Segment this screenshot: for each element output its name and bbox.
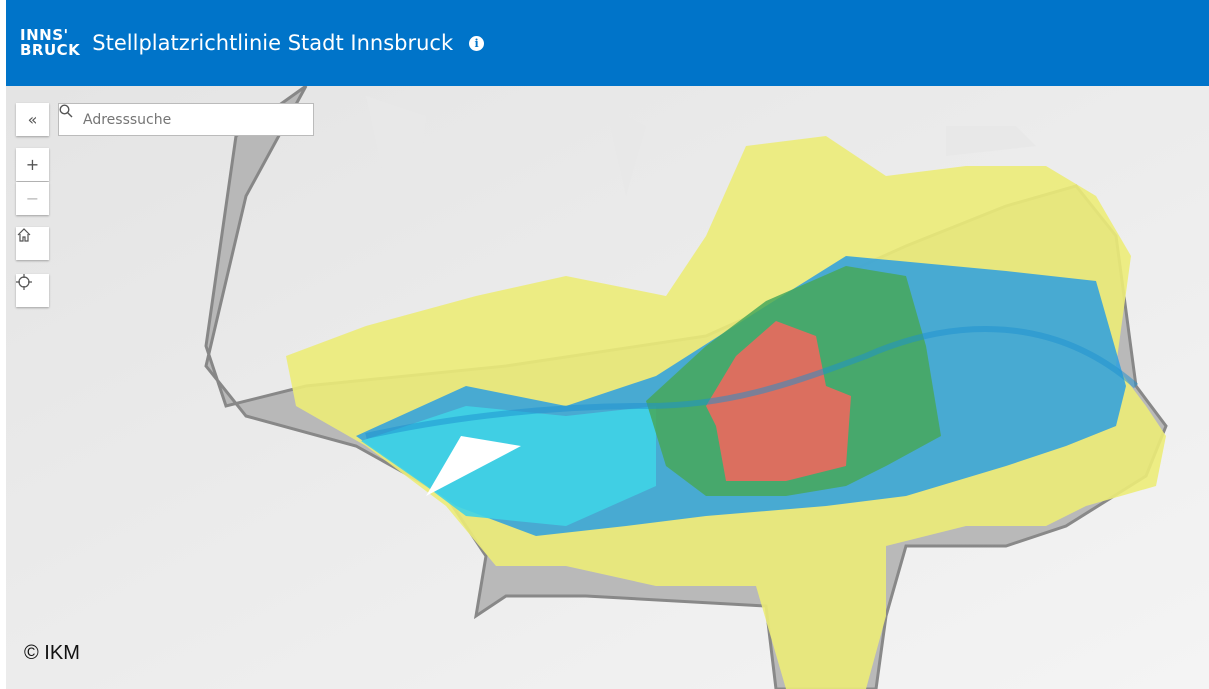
address-search[interactable] xyxy=(58,103,314,136)
home-icon xyxy=(17,228,31,242)
locate-icon xyxy=(16,274,32,290)
home-button[interactable] xyxy=(16,227,49,260)
zoom-in-button[interactable]: + xyxy=(16,148,49,181)
minus-icon: − xyxy=(25,189,40,208)
copyright: © IKM xyxy=(24,642,80,664)
collapse-button[interactable]: « xyxy=(16,103,49,136)
app: INNS' BRUCK Stellplatzrichtlinie Stadt I… xyxy=(6,0,1209,689)
locate-button[interactable] xyxy=(16,274,49,307)
plus-icon: + xyxy=(25,155,40,174)
search-input[interactable] xyxy=(81,110,285,129)
logo-line2: BRUCK xyxy=(20,41,81,59)
chevrons-left-icon: « xyxy=(27,110,38,129)
map-view[interactable]: « + − © IKM xyxy=(6,86,1209,689)
zoom-out-button[interactable]: − xyxy=(16,182,49,215)
info-icon[interactable]: i xyxy=(469,35,485,51)
map-layers xyxy=(6,86,1209,689)
innsbruck-logo: INNS' BRUCK xyxy=(20,28,80,58)
header: INNS' BRUCK Stellplatzrichtlinie Stadt I… xyxy=(6,0,1209,86)
page-title: Stellplatzrichtlinie Stadt Innsbruck xyxy=(92,31,454,55)
